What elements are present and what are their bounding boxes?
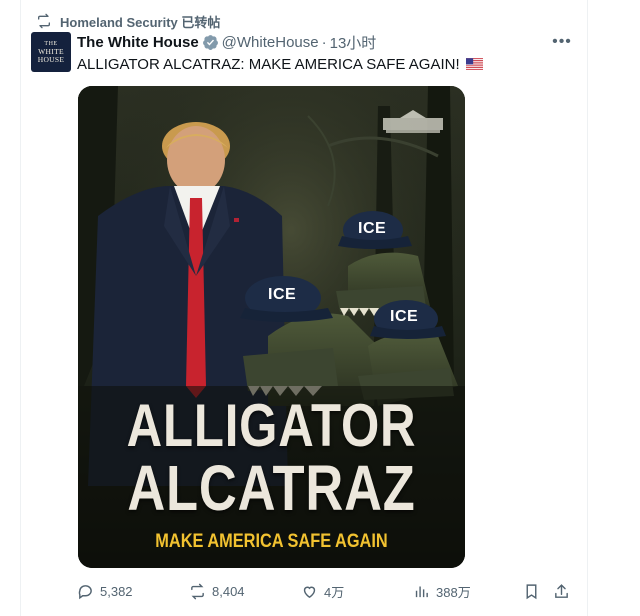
- view-count: 388万: [436, 584, 471, 600]
- tweet-body: ALLIGATOR ALCATRAZ: MAKE AMERICA SAFE AG…: [77, 55, 460, 73]
- repost-button[interactable]: 8,404: [189, 580, 245, 602]
- poster-title-line2: ALCATRAZ: [127, 452, 416, 524]
- post-time[interactable]: 13小时: [330, 32, 377, 53]
- author-name[interactable]: The White House: [77, 34, 199, 51]
- repost-label: Homeland Security 已转帖: [60, 14, 221, 30]
- tweet-image[interactable]: ICE ICE ICE ALLIGATOR ALCATRAZ MAKE AMER…: [78, 86, 465, 568]
- like-button[interactable]: 4万: [301, 580, 344, 602]
- author-handle[interactable]: @WhiteHouse: [222, 34, 319, 51]
- ice-cap-label: ICE: [268, 286, 297, 303]
- views-button[interactable]: 388万: [413, 580, 471, 602]
- reply-button[interactable]: 5,382: [77, 580, 133, 602]
- ice-cap-label: ICE: [358, 220, 387, 237]
- repost-icon: [191, 583, 204, 599]
- share-icon: [555, 583, 568, 598]
- bookmark-button[interactable]: [523, 580, 540, 602]
- avatar[interactable]: THE WHITE HOUSE: [31, 32, 71, 72]
- like-count: 4万: [324, 584, 345, 600]
- repost-count: 8,404: [212, 583, 245, 599]
- action-bar: 5,382 8,404 4万 388万: [77, 580, 573, 602]
- repost-icon: [38, 13, 50, 29]
- analytics-icon: [415, 586, 428, 597]
- more-options-icon[interactable]: •••: [551, 32, 573, 52]
- bookmark-icon: [526, 583, 537, 599]
- poster-title-line1: ALLIGATOR: [126, 392, 417, 459]
- verified-badge-icon: [202, 34, 219, 51]
- us-flag-icon: [465, 58, 483, 70]
- reply-icon: [78, 584, 92, 599]
- ice-cap-label: ICE: [390, 308, 419, 325]
- reply-count: 5,382: [100, 583, 133, 599]
- tweet-header: The White House @WhiteHouse · 13小时: [77, 32, 376, 52]
- tweet-text: ALLIGATOR ALCATRAZ: MAKE AMERICA SAFE AG…: [77, 54, 483, 74]
- share-button[interactable]: [553, 580, 570, 602]
- separator-dot: ·: [321, 33, 327, 51]
- repost-indicator[interactable]: Homeland Security 已转帖: [36, 12, 220, 30]
- heart-icon: [303, 586, 316, 598]
- poster-slogan: MAKE AMERICA SAFE AGAIN: [155, 531, 388, 552]
- avatar-text-main: WHITE HOUSE: [37, 47, 65, 64]
